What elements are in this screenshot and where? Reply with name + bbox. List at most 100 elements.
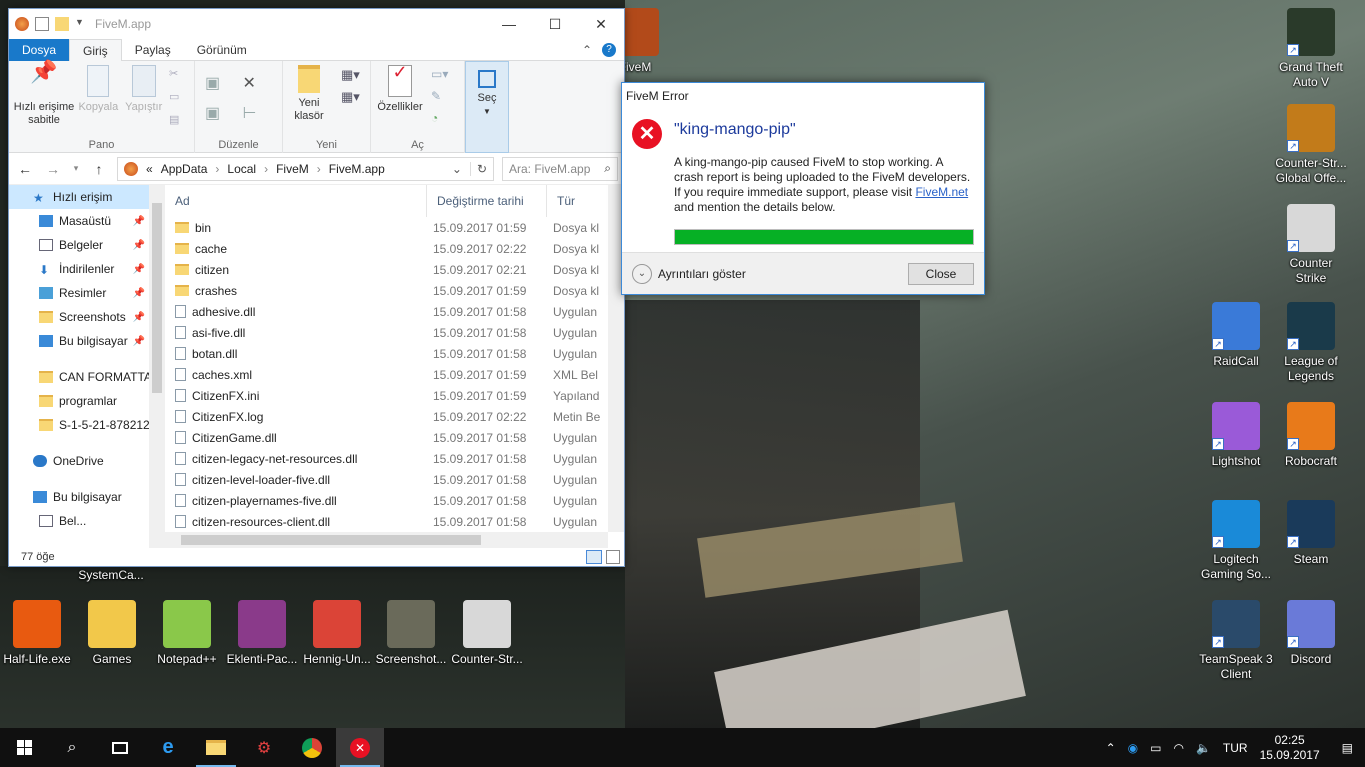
nav-item[interactable]: CAN FORMATTA xyxy=(9,365,149,389)
file-row[interactable]: citizen-resources-client.dll 15.09.2017 0… xyxy=(165,511,624,532)
taskbar-fivem-error[interactable]: ✕ xyxy=(336,728,384,767)
collapse-ribbon-icon[interactable]: ⌃ xyxy=(582,43,592,57)
column-type[interactable]: Tür xyxy=(547,185,607,217)
nav-item[interactable]: programlar xyxy=(9,389,149,413)
nav-item[interactable]: Screenshots 📌 xyxy=(9,305,149,329)
taskbar-edge[interactable]: e xyxy=(144,728,192,767)
desktop-icon[interactable]: Eklenti-Pac... xyxy=(225,600,299,667)
tab-giris[interactable]: Giriş xyxy=(69,38,122,61)
tab-dosya[interactable]: Dosya xyxy=(9,38,70,61)
nav-item[interactable]: OneDrive xyxy=(9,449,149,473)
language-indicator[interactable]: TUR xyxy=(1223,741,1248,755)
nav-item[interactable]: Bel... xyxy=(9,509,149,533)
copy-path-icon[interactable]: ▭ xyxy=(169,90,179,103)
refresh-icon[interactable]: ↻ xyxy=(469,161,487,176)
nav-item[interactable]: Resimler 📌 xyxy=(9,281,149,305)
up-button[interactable]: ↑ xyxy=(89,161,109,177)
show-hidden-icons[interactable]: ⌃ xyxy=(1106,741,1116,755)
battery-icon[interactable]: ▭ xyxy=(1150,741,1161,755)
open-icon[interactable]: ▭▾ xyxy=(431,67,448,81)
address-bar[interactable]: « AppData › Local › FiveM › FiveM.app ⌄ … xyxy=(117,156,494,181)
search-button[interactable]: ⌕ xyxy=(48,728,96,767)
desktop-icon-systemca[interactable]: SystemCa... xyxy=(74,568,148,583)
nav-item[interactable]: Belgeler 📌 xyxy=(9,233,149,257)
new-folder-button[interactable]: Yeni klasör xyxy=(287,65,331,123)
file-row[interactable]: citizen-legacy-net-resources.dll 15.09.20… xyxy=(165,448,624,469)
select-button[interactable]: Seç ▼ xyxy=(465,61,509,153)
desktop-icon[interactable]: ↗ Grand Theft Auto V xyxy=(1274,8,1348,90)
breadcrumb-overflow[interactable]: « xyxy=(146,162,153,176)
recent-locations-icon[interactable]: ▾ xyxy=(71,163,81,174)
tab-gorunum[interactable]: Görünüm xyxy=(184,39,260,61)
wifi-icon[interactable]: ◠ xyxy=(1173,741,1183,755)
file-row[interactable]: caches.xml 15.09.2017 01:59 XML Bel xyxy=(165,364,624,385)
new-item-icon[interactable]: ▦▾ xyxy=(341,67,360,83)
file-row[interactable]: citizen-level-loader-five.dll 15.09.2017 … xyxy=(165,469,624,490)
desktop-icon[interactable]: ↗ TeamSpeak 3 Client xyxy=(1199,600,1273,682)
task-view-button[interactable] xyxy=(96,728,144,767)
file-row[interactable]: botan.dll 15.09.2017 01:58 Uygulan xyxy=(165,343,624,364)
file-row[interactable]: asi-five.dll 15.09.2017 01:58 Uygulan xyxy=(165,322,624,343)
copy-to-icon[interactable]: ▣ xyxy=(205,103,235,123)
desktop-icon[interactable]: Hennig-Un... xyxy=(300,600,374,667)
start-button[interactable] xyxy=(0,728,48,767)
forward-button[interactable]: → xyxy=(43,161,63,177)
breadcrumb-fivem[interactable]: FiveM xyxy=(276,162,309,176)
file-row[interactable]: cache 15.09.2017 02:22 Dosya kl xyxy=(165,238,624,259)
file-row[interactable]: bin 15.09.2017 01:59 Dosya kl xyxy=(165,217,624,238)
details-view-icon[interactable] xyxy=(586,550,602,564)
tab-paylas[interactable]: Paylaş xyxy=(122,39,184,61)
breadcrumb-appdata[interactable]: AppData xyxy=(161,162,208,176)
desktop-icon[interactable]: ↗ Lightshot xyxy=(1199,402,1273,469)
desktop-icon[interactable]: ↗ Counter Strike xyxy=(1274,204,1348,286)
edit-icon[interactable]: ✎ xyxy=(431,89,448,103)
file-row[interactable]: CitizenGame.dll 15.09.2017 01:58 Uygulan xyxy=(165,427,624,448)
paste-button[interactable]: Yapıştır xyxy=(122,65,166,114)
breadcrumb-fivem-app[interactable]: FiveM.app xyxy=(329,162,385,176)
taskbar-app-gear[interactable]: ⚙ xyxy=(240,728,288,767)
file-row[interactable]: citizen-playernames-five.dll 15.09.2017 0… xyxy=(165,490,624,511)
nav-item[interactable]: ★ Hızlı erişim xyxy=(9,185,149,209)
notifications-icon[interactable]: ▤ xyxy=(1342,741,1353,755)
taskbar-file-explorer[interactable] xyxy=(192,728,240,767)
pin-quick-access-button[interactable]: 📌 Hızlı erişime sabitle xyxy=(13,61,75,127)
desktop-icon[interactable]: ↗ League of Legends xyxy=(1274,302,1348,384)
file-row[interactable]: CitizenFX.ini 15.09.2017 01:59 Yapıland xyxy=(165,385,624,406)
dialog-close-button[interactable]: Close xyxy=(908,262,974,285)
desktop-icon[interactable]: ↗ Steam xyxy=(1274,500,1348,567)
history-icon[interactable]: ◔ xyxy=(431,111,448,125)
back-button[interactable]: ← xyxy=(15,161,35,177)
fivem-link[interactable]: FiveM.net xyxy=(915,185,968,199)
large-icons-view-icon[interactable] xyxy=(606,550,620,564)
breadcrumb-local[interactable]: Local xyxy=(227,162,256,176)
customize-quick-access-icon[interactable]: ▼ xyxy=(75,17,85,31)
minimize-button[interactable]: — xyxy=(486,9,532,39)
file-row[interactable]: citizen 15.09.2017 02:21 Dosya kl xyxy=(165,259,624,280)
desktop-icon[interactable]: Half-Life.exe xyxy=(0,600,74,667)
column-date[interactable]: Değiştirme tarihi xyxy=(427,185,547,217)
file-row[interactable]: crashes 15.09.2017 01:59 Dosya kl xyxy=(165,280,624,301)
desktop-icon[interactable]: ↗ Robocraft xyxy=(1274,402,1348,469)
desktop-icon[interactable]: ↗ Discord xyxy=(1274,600,1348,667)
column-name[interactable]: Ad xyxy=(165,185,427,217)
maximize-button[interactable]: ☐ xyxy=(532,9,578,39)
delete-icon[interactable]: ✕ xyxy=(243,73,273,93)
file-row[interactable]: adhesive.dll 15.09.2017 01:58 Uygulan xyxy=(165,301,624,322)
desktop-icon[interactable]: Notepad++ xyxy=(150,600,224,667)
file-row[interactable]: CitizenFX.log 15.09.2017 02:22 Metin Be xyxy=(165,406,624,427)
nav-item[interactable]: S-1-5-21-878212 xyxy=(9,413,149,437)
desktop-icon[interactable]: Games xyxy=(75,600,149,667)
nav-item[interactable]: Bu bilgisayar xyxy=(9,485,149,509)
taskbar-chrome[interactable] xyxy=(288,728,336,767)
horizontal-scrollbar[interactable] xyxy=(165,532,608,548)
easy-access-icon[interactable]: ▦▾ xyxy=(341,89,360,105)
desktop-icon[interactable]: Counter-Str... xyxy=(450,600,524,667)
logitech-tray-icon[interactable]: ◉ xyxy=(1128,741,1138,755)
desktop-icon[interactable]: ↗ Counter-Str... Global Offe... xyxy=(1274,104,1348,186)
volume-icon[interactable]: 🔈 xyxy=(1196,741,1211,755)
nav-item[interactable]: ⬇ İndirilenler 📌 xyxy=(9,257,149,281)
nav-item[interactable]: Masaüstü 📌 xyxy=(9,209,149,233)
show-details-button[interactable]: Ayrıntıları göster xyxy=(658,267,746,281)
address-dropdown-icon[interactable]: ⌄ xyxy=(452,162,462,176)
expand-details-icon[interactable]: ⌄ xyxy=(632,263,652,284)
